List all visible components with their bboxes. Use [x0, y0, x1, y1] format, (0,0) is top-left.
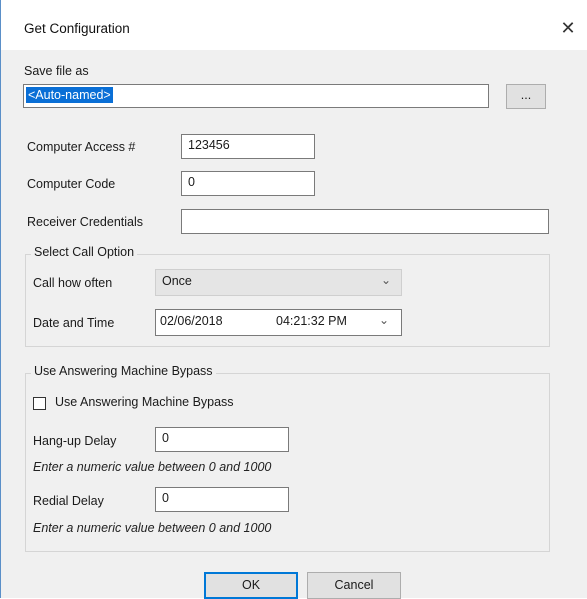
call-option-group-title: Select Call Option — [31, 245, 138, 259]
hangup-delay-hint: Enter a numeric value between 0 and 1000 — [33, 460, 272, 474]
cancel-button[interactable]: Cancel — [307, 572, 401, 599]
receiver-credentials-label: Receiver Credentials — [27, 215, 144, 229]
browse-button[interactable]: ... — [506, 84, 546, 109]
chevron-down-icon: ⌄ — [378, 313, 389, 327]
ok-button[interactable]: OK — [204, 572, 298, 599]
redial-delay-hint: Enter a numeric value between 0 and 1000 — [33, 521, 272, 535]
date-time-label: Date and Time — [33, 316, 115, 330]
save-file-input[interactable]: <Auto-named> — [23, 84, 489, 108]
redial-delay-label: Redial Delay — [33, 494, 104, 508]
save-file-label: Save file as — [24, 64, 89, 78]
hangup-delay-label: Hang-up Delay — [33, 434, 117, 448]
bypass-group-title: Use Answering Machine Bypass — [31, 364, 216, 378]
date-time-picker[interactable]: 02/06/2018 04:21:32 PM ⌄ — [155, 309, 402, 336]
call-how-often-select[interactable]: Once ⌄ — [155, 269, 402, 296]
computer-access-input[interactable]: 123456 — [181, 134, 315, 159]
redial-delay-input[interactable]: 0 — [155, 487, 289, 512]
receiver-credentials-input[interactable] — [181, 209, 549, 234]
time-value: 04:21:32 PM — [276, 314, 347, 328]
call-how-often-label: Call how often — [33, 276, 113, 290]
bypass-checkbox-label[interactable]: Use Answering Machine Bypass — [55, 395, 234, 409]
hangup-delay-input[interactable]: 0 — [155, 427, 289, 452]
bypass-checkbox[interactable] — [33, 397, 46, 410]
save-file-value: <Auto-named> — [26, 87, 113, 103]
date-value: 02/06/2018 — [160, 314, 223, 328]
computer-code-input[interactable]: 0 — [181, 171, 315, 196]
call-how-often-value: Once — [162, 274, 192, 288]
close-icon[interactable]: ✕ — [554, 14, 582, 42]
get-configuration-dialog: Get Configuration ✕ Save file as <Auto-n… — [0, 0, 587, 599]
computer-code-label: Computer Code — [27, 177, 116, 191]
chevron-down-icon: ⌄ — [380, 273, 391, 287]
computer-access-label: Computer Access # — [27, 140, 136, 154]
title-bar: Get Configuration ✕ — [1, 0, 587, 50]
dialog-title: Get Configuration — [24, 21, 130, 36]
